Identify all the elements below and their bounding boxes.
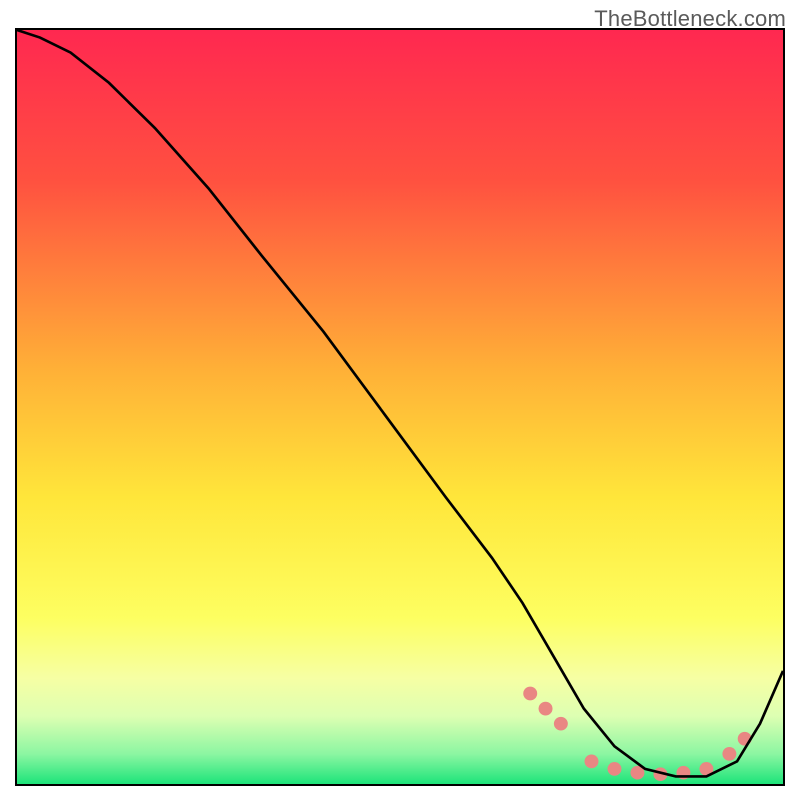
highlight-dot	[608, 762, 622, 776]
chart-frame	[15, 28, 785, 786]
bottleneck-curve	[17, 30, 783, 776]
highlight-dot	[539, 702, 553, 716]
highlight-dot	[585, 755, 599, 769]
highlight-markers	[523, 687, 751, 781]
highlight-dot	[523, 687, 537, 701]
highlight-dot	[554, 717, 568, 731]
chart-plot-layer	[17, 30, 783, 784]
highlight-dot	[722, 747, 736, 761]
